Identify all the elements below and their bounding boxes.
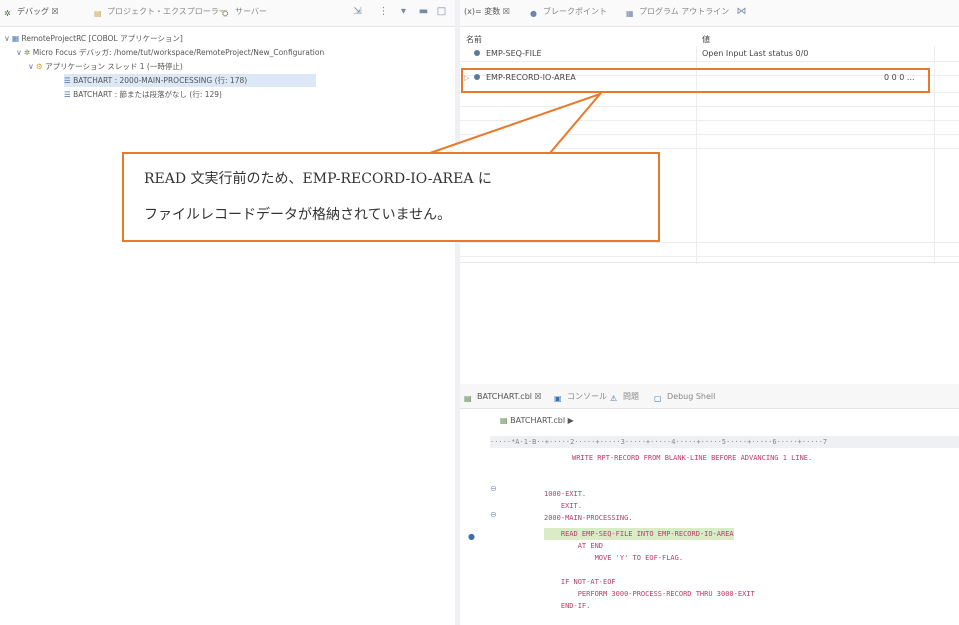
- code-line[interactable]: 1000-EXIT.: [544, 488, 586, 500]
- tab-debug-shell[interactable]: ▢ Debug Shell: [654, 389, 715, 405]
- annotation-callout: READ 文実行前のため、EMP-RECORD-IO-AREA に ファイルレコ…: [122, 152, 660, 242]
- tab-batchart-cbl[interactable]: ▤ BATCHART.cbl ☒: [464, 389, 542, 405]
- code-line[interactable]: IF NOT-AT-EOF: [544, 576, 616, 588]
- code-line[interactable]: MOVE 'Y' TO EOF-FLAG.: [544, 552, 684, 564]
- editor-tab-bar: ▤ BATCHART.cbl ☒ ▣ コンソール ⚠ 問題 ▢ Debug Shell: [460, 384, 959, 409]
- code-line[interactable]: PERFORM 3000-PROCESS-RECORD THRU 3000-EX…: [544, 588, 755, 600]
- current-line-marker-icon: ●: [468, 532, 475, 541]
- callout-text-line-2: ファイルレコードデータが格納されていません。: [144, 207, 452, 223]
- breadcrumb[interactable]: ▤ BATCHART.cbl ▶: [500, 414, 574, 428]
- shell-icon: ▢: [654, 394, 662, 403]
- tab-console[interactable]: ▣ コンソール: [554, 389, 607, 405]
- column-ruler: ·····*A·1·B··+·····2·····+·····3·····+··…: [490, 436, 959, 448]
- cobol-file-icon: ▤: [464, 394, 472, 403]
- current-code-line[interactable]: READ EMP-SEQ-FILE INTO EMP-RECORD-IO-ARE…: [544, 528, 734, 540]
- problems-icon: ⚠: [610, 394, 618, 403]
- cobol-file-icon: ▤: [500, 416, 508, 425]
- fold-marker-icon[interactable]: ⊖: [490, 510, 497, 519]
- code-line[interactable]: WRITE RPT-RECORD FROM BLANK-LINE BEFORE …: [572, 452, 812, 464]
- fold-marker-icon[interactable]: ⊖: [490, 484, 497, 493]
- callout-text-line-1: READ 文実行前のため、EMP-RECORD-IO-AREA に: [144, 171, 492, 187]
- editor-area: ▤ BATCHART.cbl ☒ ▣ コンソール ⚠ 問題 ▢ Debug Shell …: [460, 384, 959, 625]
- code-line[interactable]: EXIT.: [544, 500, 582, 512]
- code-line[interactable]: END-IF.: [544, 600, 591, 612]
- tab-problems[interactable]: ⚠ 問題: [610, 389, 639, 405]
- code-line[interactable]: 2000-MAIN-PROCESSING.: [544, 512, 633, 524]
- code-line[interactable]: AT END: [544, 540, 603, 552]
- console-icon: ▣: [554, 394, 562, 403]
